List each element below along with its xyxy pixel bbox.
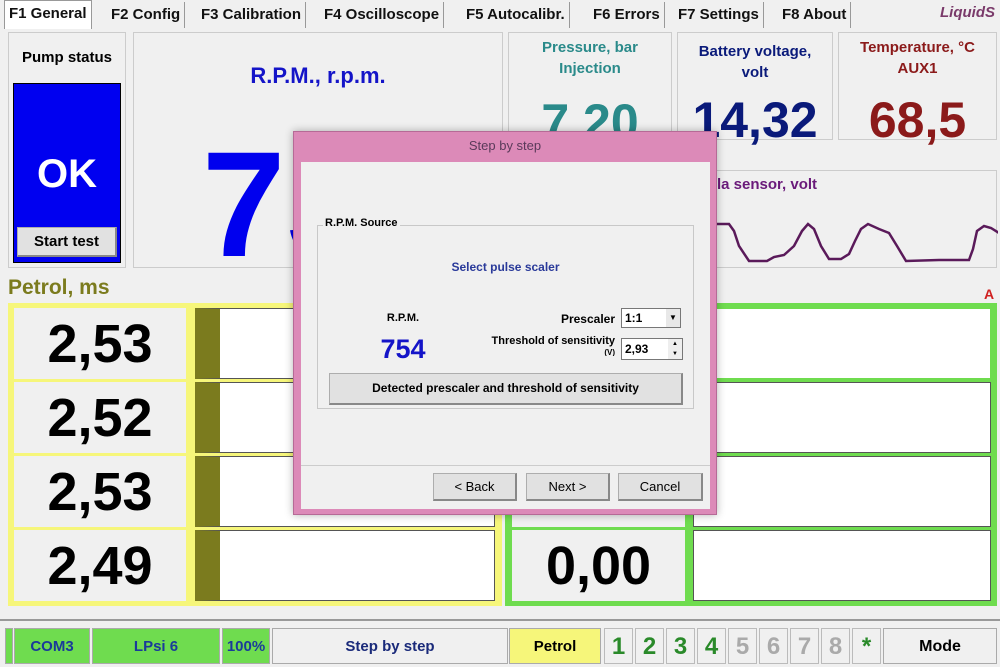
temperature-subtitle: AUX1 — [897, 60, 938, 77]
spin-down-icon[interactable]: ▼ — [668, 349, 682, 359]
dialog-heading: Select pulse scaler — [451, 260, 560, 274]
petrol-value-1: 2,53 — [14, 308, 186, 379]
threshold-spinner[interactable]: 2,93 ▲ ▼ — [621, 338, 683, 360]
rpm-title: R.P.M., r.p.m. — [250, 63, 386, 88]
petrol-value-3: 2,53 — [14, 456, 186, 527]
petrol-bar-4 — [195, 530, 495, 601]
threshold-label: Threshold of sensitivity — [491, 335, 615, 347]
prescaler-value: 1:1 — [625, 311, 643, 325]
rpm-source-label: R.P.M. Source — [323, 217, 400, 229]
gas-marker: A — [984, 286, 995, 302]
pressure-panel: Pressure, bar Injection 7,20 — [508, 32, 672, 150]
logo: LiquidS — [940, 4, 995, 21]
tab-calibration[interactable]: F3 Calibration — [197, 2, 307, 28]
tab-oscilloscope[interactable]: F4 Oscilloscope — [320, 2, 445, 28]
back-button[interactable]: < Back — [433, 473, 517, 501]
com-port: COM3 — [14, 628, 90, 664]
tab-config[interactable]: F2 Config — [107, 2, 186, 28]
cylinder-5[interactable]: 5 — [728, 628, 757, 664]
cylinder-6[interactable]: 6 — [759, 628, 788, 664]
gas-bar-3 — [693, 456, 991, 527]
petrol-title: Petrol, ms — [8, 276, 110, 299]
pressure-subtitle: Injection — [559, 60, 621, 77]
chevron-down-icon[interactable]: ▼ — [666, 309, 680, 327]
detect-prescaler-button[interactable]: Detected prescaler and threshold of sens… — [329, 373, 683, 405]
cylinder-3[interactable]: 3 — [666, 628, 695, 664]
prescaler-select[interactable]: 1:1 ▼ — [621, 308, 681, 328]
start-test-button[interactable]: Start test — [17, 227, 117, 257]
prescaler-label: Prescaler — [560, 312, 615, 326]
battery-title: Battery voltage, — [698, 43, 812, 60]
pump-status-value: OK — [37, 152, 97, 196]
cylinder-4[interactable]: 4 — [697, 628, 726, 664]
step-by-step-dialog: Step by step R.P.M. Source Select pulse … — [293, 131, 717, 515]
battery-subtitle: volt — [741, 64, 769, 81]
cylinder-8[interactable]: 8 — [821, 628, 850, 664]
step-by-step-status[interactable]: Step by step — [272, 628, 508, 664]
temperature-value: 68,5 — [868, 92, 967, 148]
tab-general[interactable]: F1 General — [4, 0, 92, 29]
tab-about[interactable]: F8 About — [778, 2, 852, 28]
rpm-reading: 754 — [380, 334, 426, 364]
cylinder-1[interactable]: 1 — [604, 628, 633, 664]
cancel-button[interactable]: Cancel — [618, 473, 703, 501]
petrol-value-2: 2,52 — [14, 382, 186, 453]
tab-errors[interactable]: F6 Errors — [589, 2, 665, 28]
threshold-unit: (V) — [604, 348, 615, 356]
pump-status-panel: Pump status OK Start test — [8, 32, 126, 268]
dialog-body: R.P.M. Source Select pulse scaler R.P.M.… — [301, 162, 710, 509]
battery-panel: Battery voltage, volt 14,32 — [677, 32, 833, 148]
tab-settings[interactable]: F7 Settings — [674, 2, 764, 28]
status-indicator — [5, 628, 13, 664]
gas-bar-2 — [693, 382, 991, 453]
next-button[interactable]: Next > — [526, 473, 610, 501]
divider — [0, 619, 1000, 621]
temperature-title: Temperature, °C — [860, 39, 975, 56]
gas-value-4: 0,00 — [512, 530, 685, 601]
petrol-value-4: 2,49 — [14, 530, 186, 601]
pressure-title: Pressure, bar — [542, 39, 638, 56]
mode-button[interactable]: Mode — [883, 628, 997, 664]
gas-bar-1 — [693, 308, 991, 379]
all-cylinders-button[interactable]: * — [852, 628, 881, 664]
cylinder-2[interactable]: 2 — [635, 628, 664, 664]
fuel-indicator: Petrol — [509, 628, 601, 664]
gas-bar-4 — [693, 530, 991, 601]
cylinder-7[interactable]: 7 — [790, 628, 819, 664]
tab-autocalibr[interactable]: F5 Autocalibr. — [462, 2, 570, 28]
rpm-label: R.P.M. — [386, 312, 420, 324]
dialog-title: Step by step — [468, 138, 542, 153]
temperature-panel: Temperature, °C AUX1 68,5 — [838, 32, 997, 148]
connection-percent: 100% — [222, 628, 270, 664]
threshold-value: 2,93 — [625, 342, 649, 356]
spin-up-icon[interactable]: ▲ — [668, 339, 682, 349]
dialog-separator — [301, 465, 710, 466]
pump-status-title: Pump status — [21, 49, 112, 66]
device-model: LPsi 6 — [92, 628, 220, 664]
